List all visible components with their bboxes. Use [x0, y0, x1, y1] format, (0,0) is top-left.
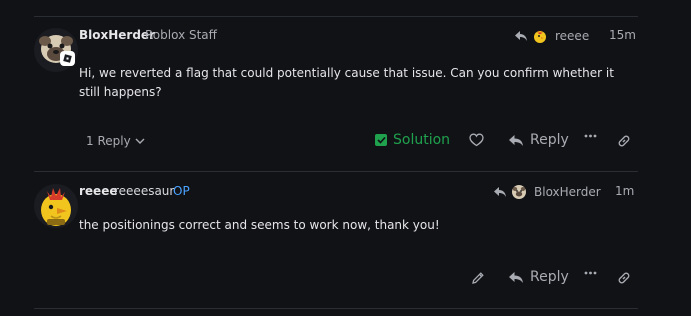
- reply-to-indicator[interactable]: BloxHerder: [493, 184, 601, 200]
- solution-label: Solution: [393, 132, 451, 148]
- post-body: the positionings correct and seems to wo…: [79, 218, 440, 232]
- post-author-username[interactable]: reeeesaur: [114, 184, 174, 198]
- topic-thread: BloxHerder Roblox Staff reeee 15m Hi, we…: [0, 0, 691, 316]
- copy-link-button[interactable]: [617, 271, 631, 285]
- more-actions-button[interactable]: [584, 134, 597, 138]
- avatar-bloxherder[interactable]: [33, 27, 79, 73]
- like-button[interactable]: [469, 133, 484, 147]
- post-author-name[interactable]: reeee: [79, 184, 117, 198]
- reply-arrow-icon: [515, 31, 527, 41]
- post-author-name[interactable]: BloxHerder: [79, 28, 155, 42]
- avatar-reeee[interactable]: [33, 183, 79, 229]
- link-icon: [618, 135, 630, 147]
- reply-arrow-icon: [494, 187, 506, 197]
- reply-button[interactable]: Reply: [508, 132, 569, 148]
- show-replies-button[interactable]: 1 Reply: [86, 134, 145, 148]
- divider-top: [34, 16, 638, 17]
- post-body: Hi, we reverted a flag that could potent…: [79, 66, 614, 99]
- ellipsis-icon: [584, 271, 597, 275]
- divider-middle: [34, 171, 638, 172]
- post-date[interactable]: 15m: [609, 28, 636, 42]
- chevron-down-icon: [135, 138, 145, 144]
- reply-to-username: BloxHerder: [534, 185, 601, 199]
- reply-avatar-bloxherder-icon: [512, 185, 526, 199]
- reply-button[interactable]: Reply: [508, 269, 569, 285]
- reply-label: Reply: [530, 132, 569, 148]
- reply-label: Reply: [530, 269, 569, 285]
- reply-to-indicator[interactable]: reeee: [514, 28, 589, 44]
- op-badge: OP: [173, 184, 190, 198]
- replies-count-label: 1 Reply: [86, 134, 131, 148]
- reply-to-username: reeee: [555, 29, 590, 43]
- post-date[interactable]: 1m: [615, 184, 634, 198]
- edit-button[interactable]: [471, 271, 485, 285]
- more-actions-button[interactable]: [584, 271, 597, 275]
- solution-button[interactable]: Solution: [375, 132, 450, 148]
- copy-link-button[interactable]: [617, 134, 631, 148]
- user-title: Roblox Staff: [145, 28, 217, 42]
- reply-icon: [509, 134, 523, 146]
- link-icon: [618, 272, 630, 284]
- heart-icon: [469, 133, 484, 147]
- reply-icon: [509, 271, 523, 283]
- pencil-icon: [472, 272, 484, 284]
- ellipsis-icon: [584, 134, 597, 138]
- checkbox-icon: [375, 134, 387, 146]
- reply-avatar-reeee-icon: [534, 30, 546, 43]
- divider-bottom: [34, 308, 638, 309]
